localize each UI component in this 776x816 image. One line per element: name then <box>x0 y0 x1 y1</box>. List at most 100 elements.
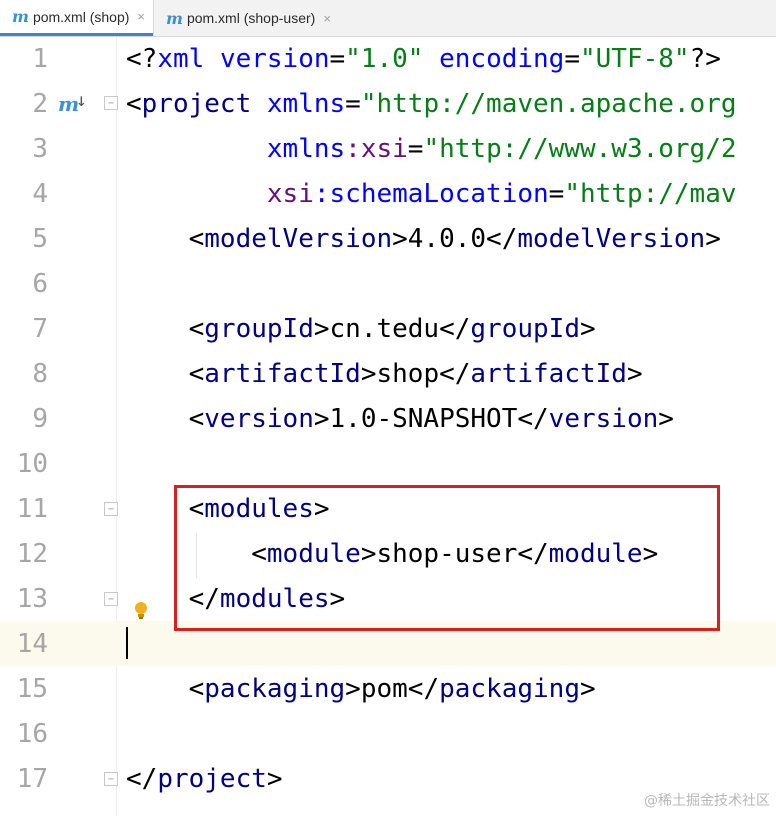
line-number: 14 <box>16 629 48 659</box>
code-token: </ <box>126 764 158 794</box>
code-line-row[interactable]: 15 <packaging>pom</packaging> <box>0 667 776 712</box>
code-token: xmlns <box>266 89 346 119</box>
code-token: < <box>126 89 142 119</box>
code-line-row[interactable]: 9 <version>1.0-SNAPSHOT</version> <box>0 397 776 442</box>
code-token: version <box>219 44 330 74</box>
code-token: < <box>126 674 205 704</box>
code-token: > <box>658 404 674 434</box>
editor-tab-bar: m pom.xml (shop) × m pom.xml (shop-user)… <box>0 0 776 37</box>
code-token: artifactId <box>204 359 361 389</box>
code-token: :xsi <box>345 134 408 164</box>
watermark: @稀土掘金技术社区 <box>644 793 770 809</box>
tab-label: pom.xml (shop-user) <box>186 10 316 26</box>
fold-marker-modules-icon[interactable]: − <box>104 502 118 516</box>
line-number: 4 <box>32 179 48 209</box>
code-text[interactable]: <packaging>pom</packaging> <box>126 667 596 712</box>
code-line-row[interactable]: 10 <box>0 442 776 487</box>
code-text[interactable]: <?xml version="1.0" encoding="UTF-8"?> <box>126 37 721 82</box>
line-number: 17 <box>16 764 48 794</box>
code-token: = <box>564 44 580 74</box>
code-token: groupId <box>204 314 314 344</box>
code-token: = <box>548 179 565 209</box>
tab-pom-shop[interactable]: m pom.xml (shop) × <box>0 0 153 36</box>
modules-highlight-annotation <box>174 485 720 631</box>
code-token: modelVersion <box>204 224 393 254</box>
line-number: 6 <box>32 269 48 299</box>
code-text[interactable]: </project> <box>126 757 283 802</box>
code-text[interactable]: <modelVersion>4.0.0</modelVersion> <box>126 217 721 262</box>
code-token: xmlns <box>266 134 346 164</box>
code-line-row[interactable]: 6 <box>0 262 776 307</box>
code-line-row[interactable]: 4 xsi:schemaLocation="http://mav <box>0 172 776 217</box>
code-token: artifactId <box>470 359 627 389</box>
code-line-row[interactable]: 7 <groupId>cn.tedu</groupId> <box>0 307 776 352</box>
line-number: 12 <box>16 539 48 569</box>
code-text[interactable]: <project xmlns="http://maven.apache.org <box>126 82 737 127</box>
code-token: < <box>126 359 205 389</box>
code-token: :schemaLocation <box>313 179 549 209</box>
code-token: = <box>329 44 346 74</box>
line-number: 16 <box>16 719 48 749</box>
navigate-down-arrow-icon[interactable]: ↓ <box>76 90 87 111</box>
code-token: = <box>407 134 424 164</box>
code-token: version <box>204 404 314 434</box>
code-line-row[interactable]: 3 xmlns:xsi="http://www.w3.org/2 <box>0 127 776 172</box>
code-text[interactable]: <artifactId>shop</artifactId> <box>126 352 643 397</box>
close-icon[interactable]: × <box>137 9 145 24</box>
code-line-row[interactable]: 1 <?xml version="1.0" encoding="UTF-8"?> <box>0 37 776 82</box>
code-text[interactable]: <version>1.0-SNAPSHOT</version> <box>126 397 674 442</box>
code-line-row[interactable]: 5 <modelVersion>4.0.0</modelVersion> <box>0 217 776 262</box>
fold-marker-project-icon[interactable]: − <box>104 96 118 110</box>
code-token: > <box>626 359 643 389</box>
line-number: 9 <box>32 404 48 434</box>
maven-file-icon: m <box>12 7 29 26</box>
fold-end-marker-modules-icon[interactable]: − <box>104 592 118 606</box>
code-token: groupId <box>470 314 580 344</box>
text-caret <box>126 627 128 659</box>
code-token: >1.0-SNAPSHOT</ <box>313 404 549 434</box>
code-token: "http://www.w3.org/2 <box>423 134 737 164</box>
line-number: 15 <box>16 674 48 704</box>
line-number: 5 <box>32 224 48 254</box>
close-icon[interactable]: × <box>323 11 331 26</box>
code-token: version <box>548 404 659 434</box>
code-token: > <box>579 674 596 704</box>
code-token: <? <box>126 44 158 74</box>
code-line-row[interactable]: 8 <artifactId>shop</artifactId> <box>0 352 776 397</box>
code-text[interactable]: <groupId>cn.tedu</groupId> <box>126 307 596 352</box>
code-text[interactable]: xmlns:xsi="http://www.w3.org/2 <box>126 127 737 172</box>
code-token: "1.0" <box>345 44 424 74</box>
code-token: = <box>345 89 361 119</box>
line-number: 2 <box>32 89 48 119</box>
code-token: "http://mav <box>564 179 737 209</box>
code-editor[interactable]: m pom.xml (shop) × m pom.xml (shop-user)… <box>0 0 776 816</box>
line-number: 13 <box>16 584 48 614</box>
code-text[interactable]: xsi:schemaLocation="http://mav <box>126 172 737 217</box>
code-token: >4.0.0</ <box>392 224 518 254</box>
code-token: xsi <box>266 179 314 209</box>
fold-end-marker-project-icon[interactable]: − <box>104 772 118 786</box>
code-token: < <box>126 404 205 434</box>
line-number: 3 <box>32 134 48 164</box>
code-line-row[interactable]: 16 <box>0 712 776 757</box>
maven-file-icon: m <box>166 8 183 28</box>
code-token: xml <box>157 44 220 74</box>
code-token: ?> <box>689 44 721 74</box>
code-token: < <box>126 224 205 254</box>
code-token: project <box>157 764 267 794</box>
tab-pom-shop-user[interactable]: m pom.xml (shop-user) × <box>153 0 339 36</box>
code-token: > <box>266 764 283 794</box>
line-number: 1 <box>32 44 48 74</box>
lightbulb-icon[interactable] <box>133 601 149 621</box>
code-token: modelVersion <box>517 224 706 254</box>
line-number: 10 <box>16 449 48 479</box>
code-token: "UTF-8" <box>580 44 690 74</box>
code-token: > <box>705 224 721 254</box>
code-token: >cn.tedu</ <box>313 314 471 344</box>
code-token: > <box>579 314 596 344</box>
code-token: project <box>141 89 252 119</box>
